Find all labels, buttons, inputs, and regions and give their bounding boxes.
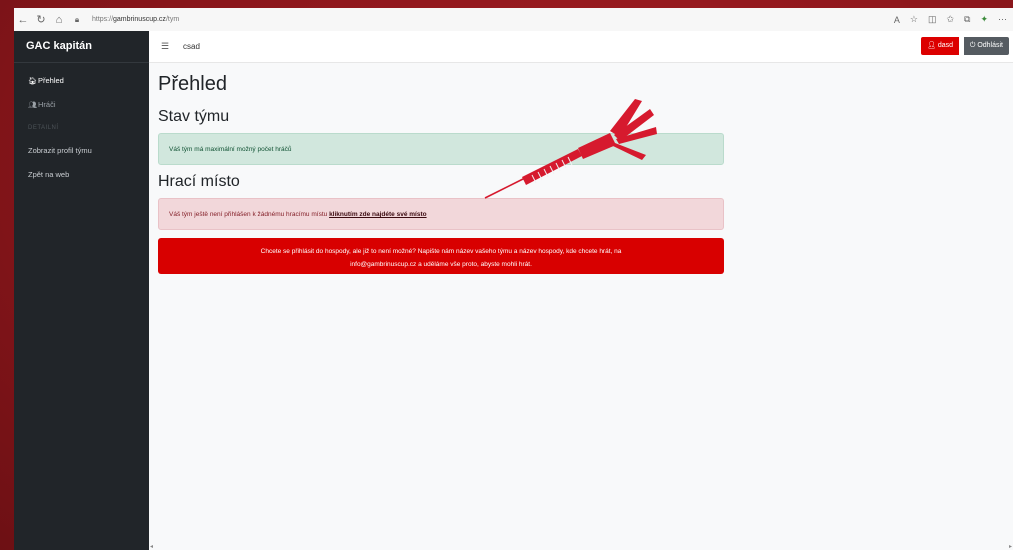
team-status-heading: Stav týmu: [158, 108, 230, 125]
browser-toolbar: ← ↻ ⌂ 🔒︎ https://gambrinuscup.cz/tym A ☆…: [14, 8, 1013, 32]
user-button[interactable]: 👤︎ dasd: [920, 37, 959, 55]
home-icon: 🏠︎: [28, 78, 37, 85]
power-icon: ⏻: [969, 42, 976, 49]
venue-heading: Hrací místo: [158, 173, 240, 190]
contact-notice-line1: Chcete se přihlásit do hospody, ale již …: [260, 248, 622, 255]
browser-window: ← ↻ ⌂ 🔒︎ https://gambrinuscup.cz/tym A ☆…: [14, 8, 1013, 550]
sidebar-brand[interactable]: GAC kapitán: [14, 31, 149, 63]
sidebar: GAC kapitán 🏠︎Přehled 👥︎Hráči DETAILNÍ Z…: [14, 31, 149, 550]
scroll-left-icon[interactable]: ◂: [150, 543, 153, 550]
top-navbar: ☰ csad 👤︎ dasd ⏻ Odhlásit: [149, 31, 1013, 63]
dart-icon: [484, 99, 657, 199]
sidebar-item-label: Hráči: [38, 100, 56, 109]
more-icon[interactable]: ⋯: [998, 14, 1007, 25]
contact-notice-line2: info@gambrinuscup.cz a uděláme vše proto…: [350, 261, 532, 268]
home-button-icon[interactable]: ⌂: [50, 14, 68, 26]
sidebar-nav: 🏠︎Přehled 👥︎Hráči DETAILNÍ Zobrazit prof…: [14, 69, 149, 187]
sidebar-item-overview[interactable]: 🏠︎Přehled: [14, 69, 149, 93]
back-icon[interactable]: ←: [14, 14, 32, 26]
favorite-icon[interactable]: ☆: [910, 14, 918, 25]
favorites-list-icon[interactable]: ✩: [946, 14, 954, 25]
users-icon: 👥︎: [28, 102, 37, 109]
find-venue-link[interactable]: kliknutím zde najdéte své místo: [329, 211, 427, 218]
sidebar-item-players[interactable]: 👥︎Hráči: [14, 93, 149, 117]
sidebar-item-label: Přehled: [38, 76, 64, 85]
address-bar[interactable]: https://gambrinuscup.cz/tym: [92, 16, 179, 23]
page-title: Přehled: [158, 73, 227, 95]
browser-actions: A ☆ ◫ ✩ ⧉ ✦ ⋯: [894, 8, 1007, 31]
extensions-icon[interactable]: ✦: [980, 14, 988, 25]
contact-notice: Chcete se přihlásit do hospody, ale již …: [158, 238, 724, 274]
team-name: csad: [183, 42, 200, 51]
menu-toggle-icon[interactable]: ☰: [161, 31, 169, 62]
sidebar-item-back-to-web[interactable]: Zpět na web: [14, 163, 149, 187]
split-screen-icon[interactable]: ◫: [928, 14, 937, 25]
lock-icon: 🔒︎: [74, 14, 80, 24]
scroll-right-icon[interactable]: ▸: [1009, 543, 1012, 550]
reload-icon[interactable]: ↻: [32, 13, 50, 26]
collections-icon[interactable]: ⧉: [964, 14, 970, 25]
sidebar-item-team-profile[interactable]: Zobrazit profil týmu: [14, 139, 149, 163]
logout-button[interactable]: ⏻ Odhlásit: [963, 37, 1009, 55]
read-aloud-icon[interactable]: A: [894, 15, 900, 25]
sidebar-section-heading: DETAILNÍ: [28, 125, 59, 131]
user-icon: 👤︎: [926, 42, 936, 49]
